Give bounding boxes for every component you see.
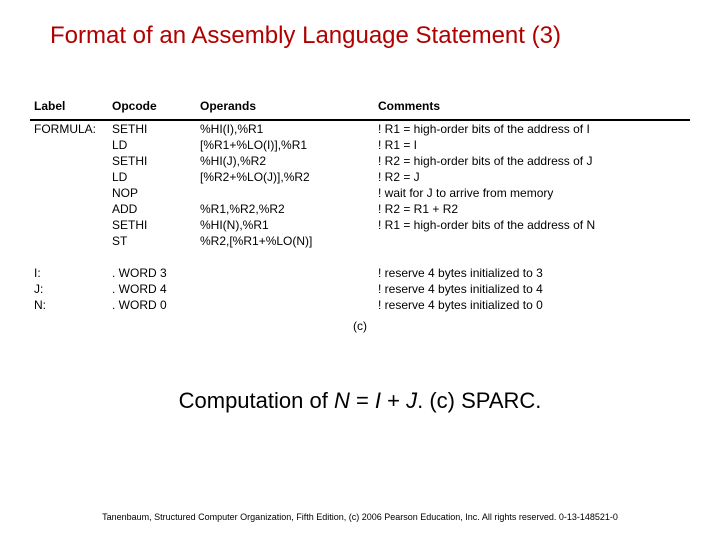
cell-opcode: SETHI <box>108 217 196 233</box>
cell-operands: [%R2+%LO(J)],%R2 <box>196 169 374 185</box>
cell-operands: %R2,[%R1+%LO(N)] <box>196 233 374 249</box>
table-row: SETHI %HI(J),%R2 ! R2 = high-order bits … <box>30 153 690 169</box>
cell-operands: %HI(N),%R1 <box>196 217 374 233</box>
cell-label <box>30 201 108 217</box>
cell-label: FORMULA: <box>30 120 108 137</box>
cell-opcode: LD <box>108 169 196 185</box>
cell-opcode: NOP <box>108 185 196 201</box>
copyright-footer: Tanenbaum, Structured Computer Organizat… <box>0 512 720 522</box>
cell-label <box>30 185 108 201</box>
slide-title: Format of an Assembly Language Statement… <box>0 0 720 50</box>
cell-comment: ! wait for J to arrive from memory <box>374 185 690 201</box>
cell-opcode: SETHI <box>108 120 196 137</box>
cell-label: J: <box>30 281 108 297</box>
cell-comment: ! reserve 4 bytes initialized to 4 <box>374 281 690 297</box>
cell-opcode: ADD <box>108 201 196 217</box>
table-row: ADD %R1,%R2,%R2 ! R2 = R1 + R2 <box>30 201 690 217</box>
cell-opcode: SETHI <box>108 153 196 169</box>
cell-label <box>30 169 108 185</box>
cell-operands <box>196 265 374 281</box>
cell-operands: %R1,%R2,%R2 <box>196 201 374 217</box>
cell-comment: ! R2 = high-order bits of the address of… <box>374 153 690 169</box>
cell-comment: ! reserve 4 bytes initialized to 3 <box>374 265 690 281</box>
cell-opcode: ST <box>108 233 196 249</box>
table-row: SETHI %HI(N),%R1 ! R1 = high-order bits … <box>30 217 690 233</box>
header-comments: Comments <box>374 95 690 120</box>
caption-pre: Computation of <box>179 388 334 413</box>
cell-operands: %HI(I),%R1 <box>196 120 374 137</box>
cell-comment: ! R1 = I <box>374 137 690 153</box>
cell-opcode: . WORD 3 <box>108 265 196 281</box>
caption-plus: + <box>381 388 406 413</box>
cell-comment: ! R1 = high-order bits of the address of… <box>374 120 690 137</box>
header-opcode: Opcode <box>108 95 196 120</box>
cell-comment: ! R1 = high-order bits of the address of… <box>374 217 690 233</box>
cell-operands: %HI(J),%R2 <box>196 153 374 169</box>
cell-label <box>30 217 108 233</box>
cell-opcode: . WORD 0 <box>108 297 196 313</box>
caption-eq: = <box>350 388 375 413</box>
cell-operands <box>196 185 374 201</box>
assembly-table: Label Opcode Operands Comments FORMULA: … <box>30 95 690 313</box>
table-row: I: . WORD 3 ! reserve 4 bytes initialize… <box>30 265 690 281</box>
table-row: ST %R2,[%R1+%LO(N)] <box>30 233 690 249</box>
cell-operands <box>196 281 374 297</box>
table-row: FORMULA: SETHI %HI(I),%R1 ! R1 = high-or… <box>30 120 690 137</box>
cell-comment: ! reserve 4 bytes initialized to 0 <box>374 297 690 313</box>
table-row: LD [%R2+%LO(J)],%R2 ! R2 = J <box>30 169 690 185</box>
caption-post: . (c) SPARC. <box>417 388 541 413</box>
cell-label: N: <box>30 297 108 313</box>
table-row: NOP ! wait for J to arrive from memory <box>30 185 690 201</box>
cell-label: I: <box>30 265 108 281</box>
header-operands: Operands <box>196 95 374 120</box>
table-row: N: . WORD 0 ! reserve 4 bytes initialize… <box>30 297 690 313</box>
cell-label <box>30 233 108 249</box>
caption-var-j: J <box>406 388 417 413</box>
caption-var-n: N <box>334 388 350 413</box>
cell-label <box>30 153 108 169</box>
cell-opcode: LD <box>108 137 196 153</box>
cell-comment: ! R2 = J <box>374 169 690 185</box>
cell-label <box>30 137 108 153</box>
table-row: J: . WORD 4 ! reserve 4 bytes initialize… <box>30 281 690 297</box>
slide-caption: Computation of N = I + J. (c) SPARC. <box>0 388 720 414</box>
cell-operands: [%R1+%LO(I)],%R1 <box>196 137 374 153</box>
table-spacer <box>30 249 690 265</box>
cell-comment: ! R2 = R1 + R2 <box>374 201 690 217</box>
table-row: LD [%R1+%LO(I)],%R1 ! R1 = I <box>30 137 690 153</box>
table-header-row: Label Opcode Operands Comments <box>30 95 690 120</box>
header-label: Label <box>30 95 108 120</box>
assembly-table-wrap: Label Opcode Operands Comments FORMULA: … <box>30 95 690 333</box>
cell-operands <box>196 297 374 313</box>
figure-letter: (c) <box>30 319 690 333</box>
cell-comment <box>374 233 690 249</box>
cell-opcode: . WORD 4 <box>108 281 196 297</box>
